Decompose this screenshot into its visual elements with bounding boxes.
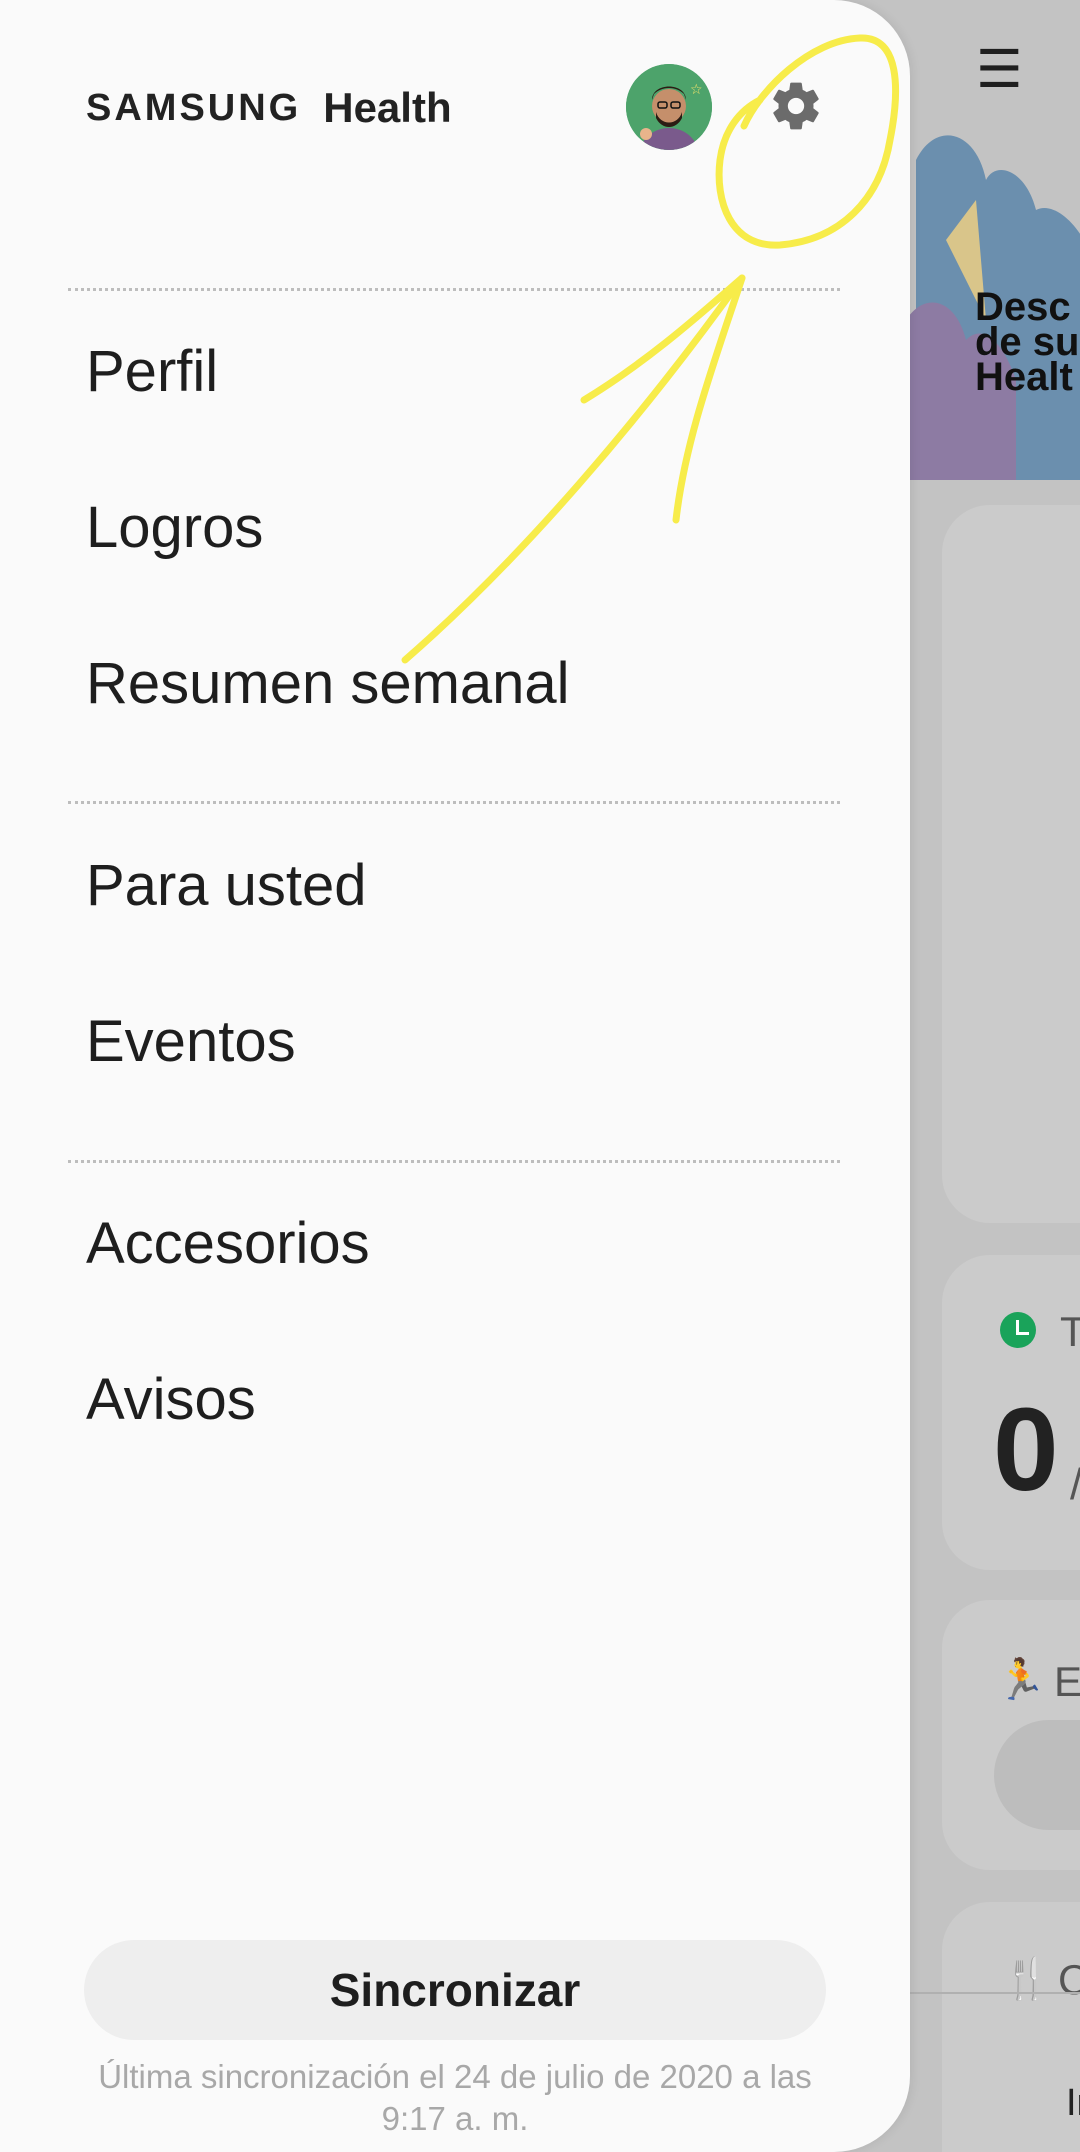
running-icon: 🏃 — [996, 1658, 1046, 1702]
brand-health: Health — [323, 84, 452, 131]
samsung-health-logo: SAMSUNG Health — [86, 84, 452, 132]
menu-item-accesorios[interactable]: Accesorios — [86, 1209, 370, 1279]
bottom-nav-divider — [906, 1992, 1080, 1994]
avatar[interactable]: ☆ — [626, 64, 712, 150]
banner-title: Desc de su Healt — [975, 285, 1080, 399]
hamburger-icon[interactable]: ☰ — [976, 44, 1023, 96]
avatar-image: ☆ — [626, 64, 712, 150]
card-unit: / — [1070, 1460, 1080, 1510]
svg-text:☆: ☆ — [690, 82, 703, 98]
card-label: C — [1058, 1956, 1080, 2003]
gear-icon[interactable] — [768, 78, 824, 134]
navigation-drawer: SAMSUNG Health ☆ Perfil Logros Resumen s… — [0, 0, 910, 2152]
background-card — [942, 505, 1080, 1223]
food-icon: 🍴 — [1002, 1957, 1052, 2001]
menu-item-perfil[interactable]: Perfil — [86, 337, 218, 407]
card-label: Ej — [1054, 1658, 1080, 1705]
clock-icon — [1000, 1312, 1036, 1348]
brand-samsung: SAMSUNG — [86, 86, 302, 129]
background-card — [942, 1902, 1080, 2152]
menu-divider — [68, 288, 840, 291]
menu-item-resumen-semanal[interactable]: Resumen semanal — [86, 649, 570, 719]
menu-divider — [68, 801, 840, 804]
menu-divider — [68, 1160, 840, 1163]
menu-item-logros[interactable]: Logros — [86, 493, 263, 563]
menu-item-para-usted[interactable]: Para usted — [86, 851, 367, 921]
menu-item-avisos[interactable]: Avisos — [86, 1365, 256, 1435]
sync-button[interactable]: Sincronizar — [84, 1940, 826, 2040]
card-value: 0 — [993, 1384, 1059, 1516]
bottom-nav-label: In — [1066, 2082, 1080, 2124]
card-label: T — [1060, 1308, 1080, 1355]
menu-item-eventos[interactable]: Eventos — [86, 1007, 296, 1077]
last-sync-info: Última sincronización el 24 de julio de … — [98, 2058, 812, 2137]
